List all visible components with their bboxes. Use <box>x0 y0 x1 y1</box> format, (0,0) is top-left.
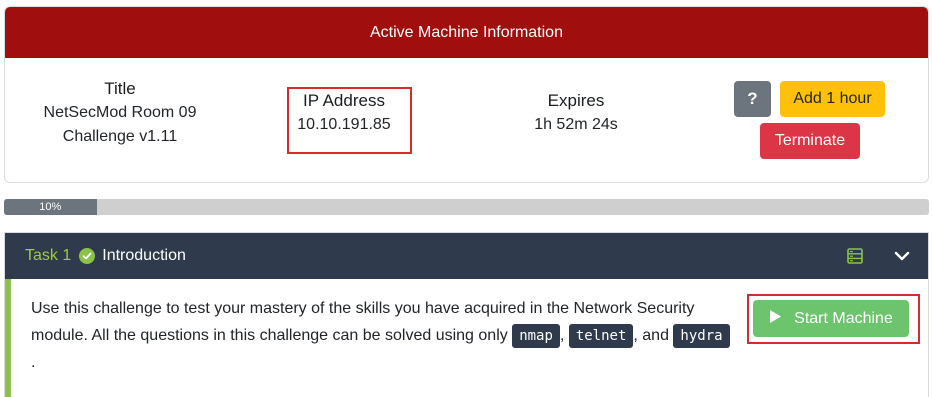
expires-label: Expires <box>547 91 605 110</box>
check-circle-icon <box>79 248 96 264</box>
task-header[interactable]: Task 1 Introduction <box>5 233 928 279</box>
machine-header-title: Active Machine Information <box>370 23 563 41</box>
server-icon[interactable] <box>847 248 863 264</box>
code-nmap: nmap <box>512 323 560 348</box>
machine-header: Active Machine Information <box>5 7 928 58</box>
add-hour-button[interactable]: Add 1 hour <box>780 81 885 117</box>
expires-value: 1h 52m 24s <box>534 116 618 133</box>
code-telnet: telnet <box>568 323 634 348</box>
help-button[interactable]: ? <box>734 81 771 117</box>
start-machine-label: Start Machine <box>794 309 893 327</box>
play-icon <box>769 309 782 329</box>
chevron-down-icon[interactable] <box>894 249 910 261</box>
expires-column: Expires 1h 52m 24s <box>476 89 676 137</box>
task-number: Task 1 <box>25 247 72 264</box>
task-text-sep2: , and <box>633 327 674 344</box>
ip-label: IP Address <box>303 91 385 110</box>
progress-label: 10% <box>39 201 62 213</box>
task-text-sep1: , <box>559 327 569 344</box>
ip-value[interactable]: 10.10.191.85 <box>282 113 406 137</box>
ip-address-column: IP Address 10.10.191.85 <box>282 89 406 137</box>
title-value-line1: NetSecMod Room 09 <box>43 104 197 121</box>
task-body: Use this challenge to test your mastery … <box>5 279 928 397</box>
task-title: Introduction <box>102 247 186 264</box>
start-machine-button[interactable]: Start Machine <box>753 300 909 337</box>
title-label: Title <box>104 79 136 98</box>
machine-title-column: Title NetSecMod Room 09 Challenge v1.11 <box>20 77 220 149</box>
task-text-end: . <box>31 354 36 371</box>
title-value-line2: Challenge v1.11 <box>62 128 178 145</box>
progress-fill: 10% <box>4 199 97 215</box>
progress-bar: 10% <box>4 199 929 215</box>
terminate-button[interactable]: Terminate <box>760 123 860 159</box>
task-description: Use this challenge to test your mastery … <box>31 295 731 376</box>
code-hydra: hydra <box>673 323 730 348</box>
